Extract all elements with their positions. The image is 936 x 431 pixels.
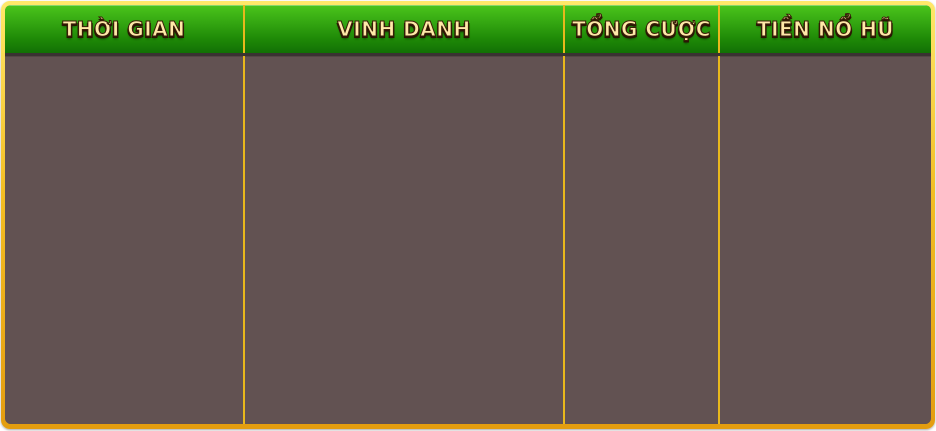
column-body-jackpot-amount <box>720 56 931 424</box>
column-header-honor: VINH DANH <box>245 5 565 53</box>
column-header-jackpot-amount: TIỀN NỔ HŨ <box>756 17 895 42</box>
jackpot-history-table-frame: THỜI GIAN VINH DANH TỔNG CƯỢC TIỀN NỔ HŨ <box>5 5 931 424</box>
column-body-total-bet <box>565 56 720 424</box>
column-body-honor <box>245 56 565 424</box>
jackpot-history-table: THỜI GIAN VINH DANH TỔNG CƯỢC TIỀN NỔ HŨ <box>5 5 931 424</box>
table-body <box>5 56 931 424</box>
table-header-row: THỜI GIAN VINH DANH TỔNG CƯỢC TIỀN NỔ HŨ <box>5 5 931 56</box>
column-header-total-bet: TỔNG CƯỢC <box>565 5 720 53</box>
jackpot-history-panel: THỜI GIAN VINH DANH TỔNG CƯỢC TIỀN NỔ HŨ <box>1 1 935 429</box>
column-body-time <box>5 56 245 424</box>
column-header-time: THỜI GIAN <box>5 5 245 53</box>
